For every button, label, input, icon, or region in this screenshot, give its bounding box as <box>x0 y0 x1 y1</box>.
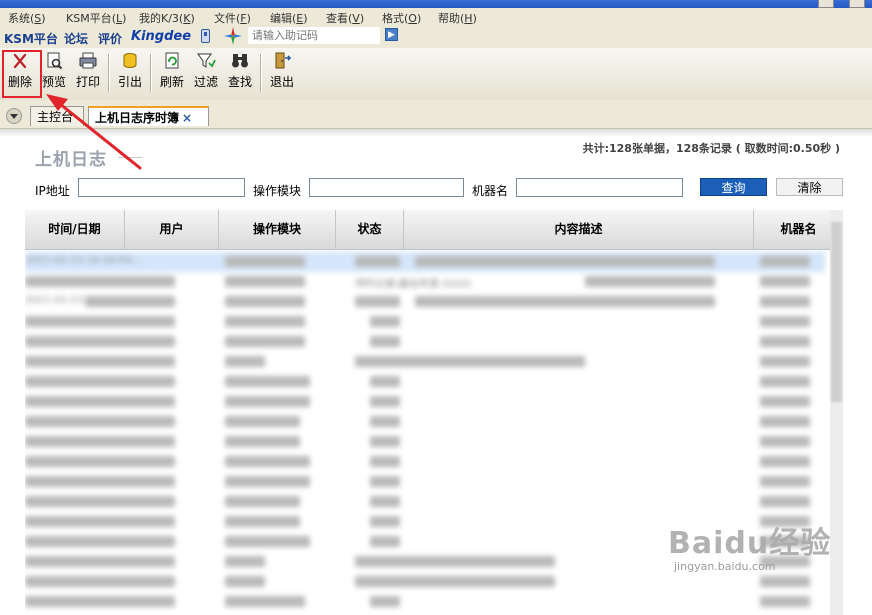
watermark-logo: Baidu经验 <box>668 526 832 561</box>
baidu-watermark: Baidu经验 jingyan.baidu.com <box>668 518 831 573</box>
